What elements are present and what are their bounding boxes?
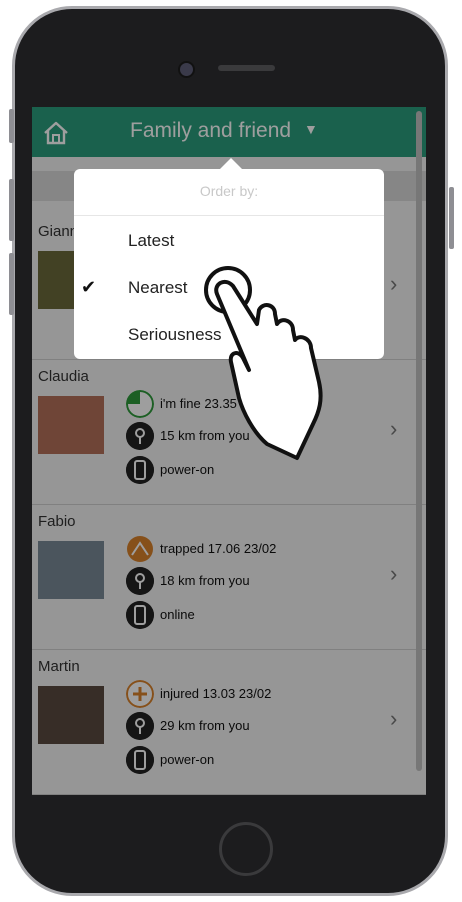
power-button (449, 187, 454, 249)
mute-switch (9, 109, 14, 143)
popover-arrow (220, 158, 242, 169)
home-hardware-button[interactable] (219, 822, 273, 876)
order-by-title: Order by: (199, 183, 259, 199)
tap-gesture-hand-icon (204, 266, 323, 460)
order-option-nearest[interactable]: Nearest (128, 278, 188, 298)
order-option-latest[interactable]: Latest (128, 231, 174, 251)
volume-down-button (9, 253, 14, 315)
earpiece-speaker (218, 65, 275, 71)
volume-up-button (9, 179, 14, 241)
front-camera (178, 61, 195, 78)
checkmark-icon: ✔ (81, 277, 97, 297)
divider (74, 215, 384, 216)
